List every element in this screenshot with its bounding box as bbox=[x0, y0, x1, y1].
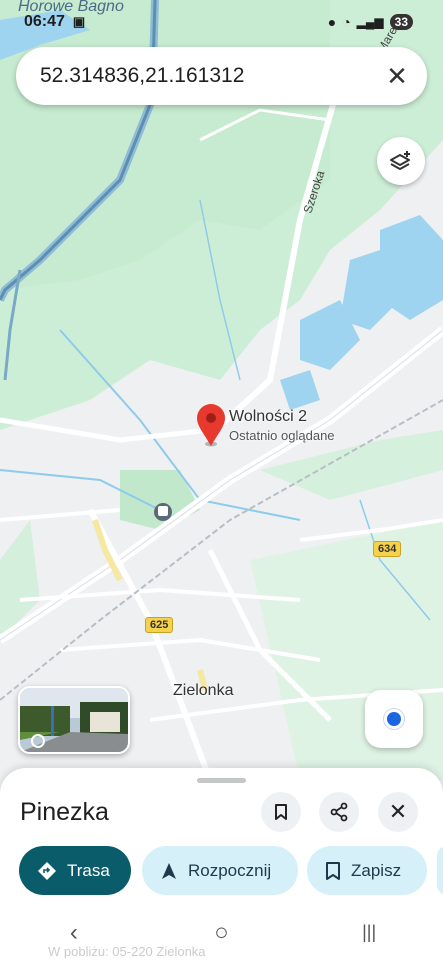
close-icon[interactable]: ✕ bbox=[375, 54, 419, 98]
map-canvas[interactable] bbox=[0, 0, 443, 780]
place-title: Pinezka bbox=[20, 798, 109, 826]
bookmark-icon bbox=[275, 804, 287, 820]
sheet-drag-handle[interactable] bbox=[197, 778, 246, 783]
back-icon[interactable]: ‹ bbox=[44, 913, 104, 953]
my-location-button[interactable] bbox=[365, 690, 423, 748]
share-icon bbox=[330, 802, 348, 822]
screenshot-icon: ▣ bbox=[72, 14, 86, 29]
recent-apps-icon[interactable]: ||| bbox=[339, 913, 399, 953]
pin-title: Wolności 2 bbox=[229, 408, 307, 425]
home-icon[interactable]: ○ bbox=[191, 913, 251, 953]
save-label: Zapisz bbox=[351, 860, 402, 880]
road-badge-634: 634 bbox=[373, 541, 402, 557]
wifi-icon: ◔ bbox=[342, 14, 351, 30]
save-bookmark-button[interactable] bbox=[261, 792, 301, 832]
status-time: 06:47 bbox=[24, 13, 65, 30]
map-graphics bbox=[0, 0, 443, 780]
close-sheet-button[interactable]: ✕ bbox=[378, 792, 418, 832]
system-navigation-bar: ‹ ○ ||| bbox=[0, 905, 443, 960]
directions-icon bbox=[37, 861, 57, 881]
town-label: Zielonka bbox=[173, 682, 234, 699]
directions-label: Trasa bbox=[67, 860, 110, 880]
save-button[interactable]: Zapisz bbox=[307, 846, 427, 895]
location-status-icon: ● bbox=[327, 14, 337, 30]
close-icon: ✕ bbox=[388, 799, 408, 824]
road-badge-625: 625 bbox=[145, 617, 174, 633]
share-button[interactable] bbox=[319, 792, 359, 832]
my-location-icon bbox=[387, 712, 401, 726]
layers-button[interactable] bbox=[377, 137, 425, 185]
more-actions-chip[interactable] bbox=[437, 846, 443, 895]
pin-subtitle: Ostatnio oglądane bbox=[229, 428, 335, 443]
directions-button[interactable]: Trasa bbox=[19, 846, 131, 895]
start-navigation-label: Rozpocznij bbox=[188, 860, 272, 880]
layers-icon bbox=[390, 151, 410, 170]
pin-label[interactable]: Wolności 2 Ostatnio oglądane bbox=[229, 408, 335, 443]
street-view-thumbnail[interactable] bbox=[18, 686, 130, 754]
bookmark-icon bbox=[325, 861, 341, 880]
start-navigation-button[interactable]: Rozpocznij bbox=[142, 846, 298, 895]
status-bar: 06:47 ▣ ● ◔ ▂▄▆ 33 bbox=[24, 10, 413, 34]
street-view-image bbox=[20, 688, 128, 752]
search-bar[interactable]: 52.314836,21.161312 ✕ bbox=[16, 47, 427, 105]
signal-icon: ▂▄▆ bbox=[356, 15, 384, 29]
battery-indicator: 33 bbox=[389, 14, 413, 30]
search-input[interactable]: 52.314836,21.161312 bbox=[40, 64, 375, 88]
navigation-arrow-icon bbox=[160, 862, 178, 880]
